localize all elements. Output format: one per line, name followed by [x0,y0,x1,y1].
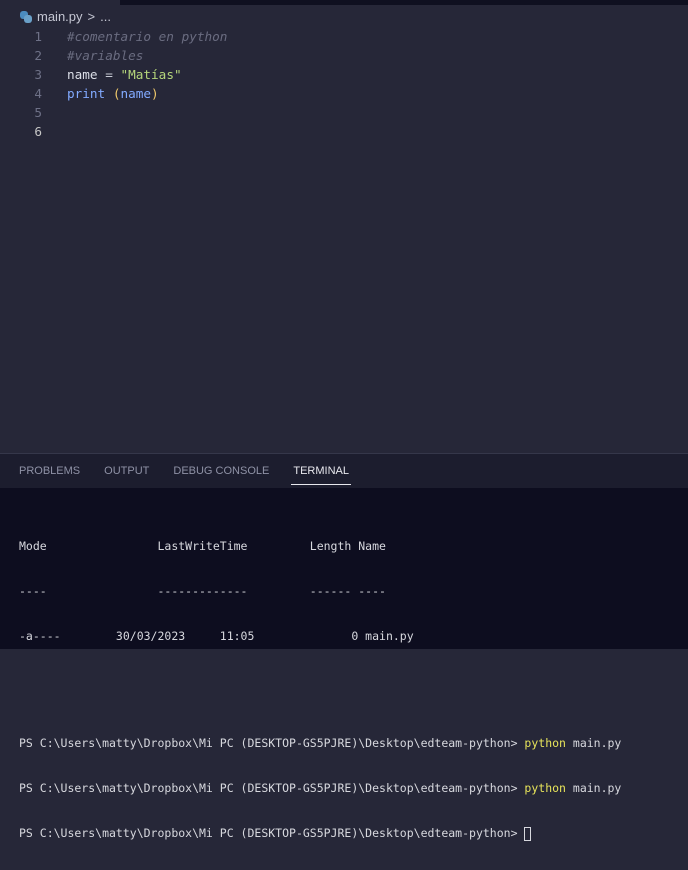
prompt: PS C:\Users\matty\Dropbox\Mi PC (DESKTOP… [19,736,525,750]
panel-tabs: PROBLEMS OUTPUT DEBUG CONSOLE TERMINAL [0,454,688,488]
line-number: 6 [34,124,42,139]
bottom-panel: PROBLEMS OUTPUT DEBUG CONSOLE TERMINAL M… [0,453,688,841]
title-bar-strip [120,0,688,5]
tab-output[interactable]: OUTPUT [104,454,149,488]
paren: ) [151,86,159,101]
terminal-line: PS C:\Users\matty\Dropbox\Mi PC (DESKTOP… [19,780,621,797]
prompt: PS C:\Users\matty\Dropbox\Mi PC (DESKTOP… [19,826,525,840]
python-file-icon [20,10,32,23]
terminal-line: PS C:\Users\matty\Dropbox\Mi PC (DESKTOP… [19,735,621,752]
line-number: 1 [34,29,42,44]
tab-debug-console[interactable]: DEBUG CONSOLE [173,454,269,488]
line-number: 4 [34,86,42,101]
terminal-dashes: ---- ------------- ------ ---- [19,584,386,598]
code-line: 4 print (name) [0,84,227,103]
string-literal: "Matías" [120,67,182,82]
terminal-output[interactable]: Mode LastWriteTime Length Name ---- ----… [19,510,621,870]
code-line: 5 [0,103,227,122]
function-name: print [67,86,106,101]
code-line: 2 #variables [0,46,227,65]
terminal-cursor[interactable] [524,826,532,841]
breadcrumb-file[interactable]: main.py [37,9,83,24]
breadcrumb[interactable]: main.py > ... [20,9,111,24]
terminal-header: Mode LastWriteTime Length Name [19,539,386,553]
command: python [524,736,566,750]
line-number: 2 [34,48,42,63]
line-number: 5 [34,105,42,120]
command-arg: main.py [565,736,622,750]
code-editor[interactable]: 1 #comentario en python 2 #variables 3 name… [0,27,227,141]
terminal-line: PS C:\Users\matty\Dropbox\Mi PC (DESKTOP… [19,825,621,842]
code-line: 1 #comentario en python [0,27,227,46]
tab-problems[interactable]: PROBLEMS [19,454,80,488]
code-line: 3 name = "Matías" [0,65,227,84]
terminal-file-row: -a---- 30/03/2023 11:05 0 main.py [19,629,414,643]
command-arg: main.py [565,781,622,795]
command: python [524,781,566,795]
line-number: 3 [34,67,42,82]
breadcrumb-separator: > [87,9,96,24]
prompt: PS C:\Users\matty\Dropbox\Mi PC (DESKTOP… [19,781,525,795]
code-line: 6 [0,122,227,141]
argument: name [120,86,152,101]
comment: #variables [67,48,144,63]
tab-terminal[interactable]: TERMINAL [291,454,351,488]
breadcrumb-ellipsis[interactable]: ... [100,9,111,24]
comment: #comentario en python [67,29,228,44]
operator: = [97,67,121,82]
variable: name [67,67,98,82]
